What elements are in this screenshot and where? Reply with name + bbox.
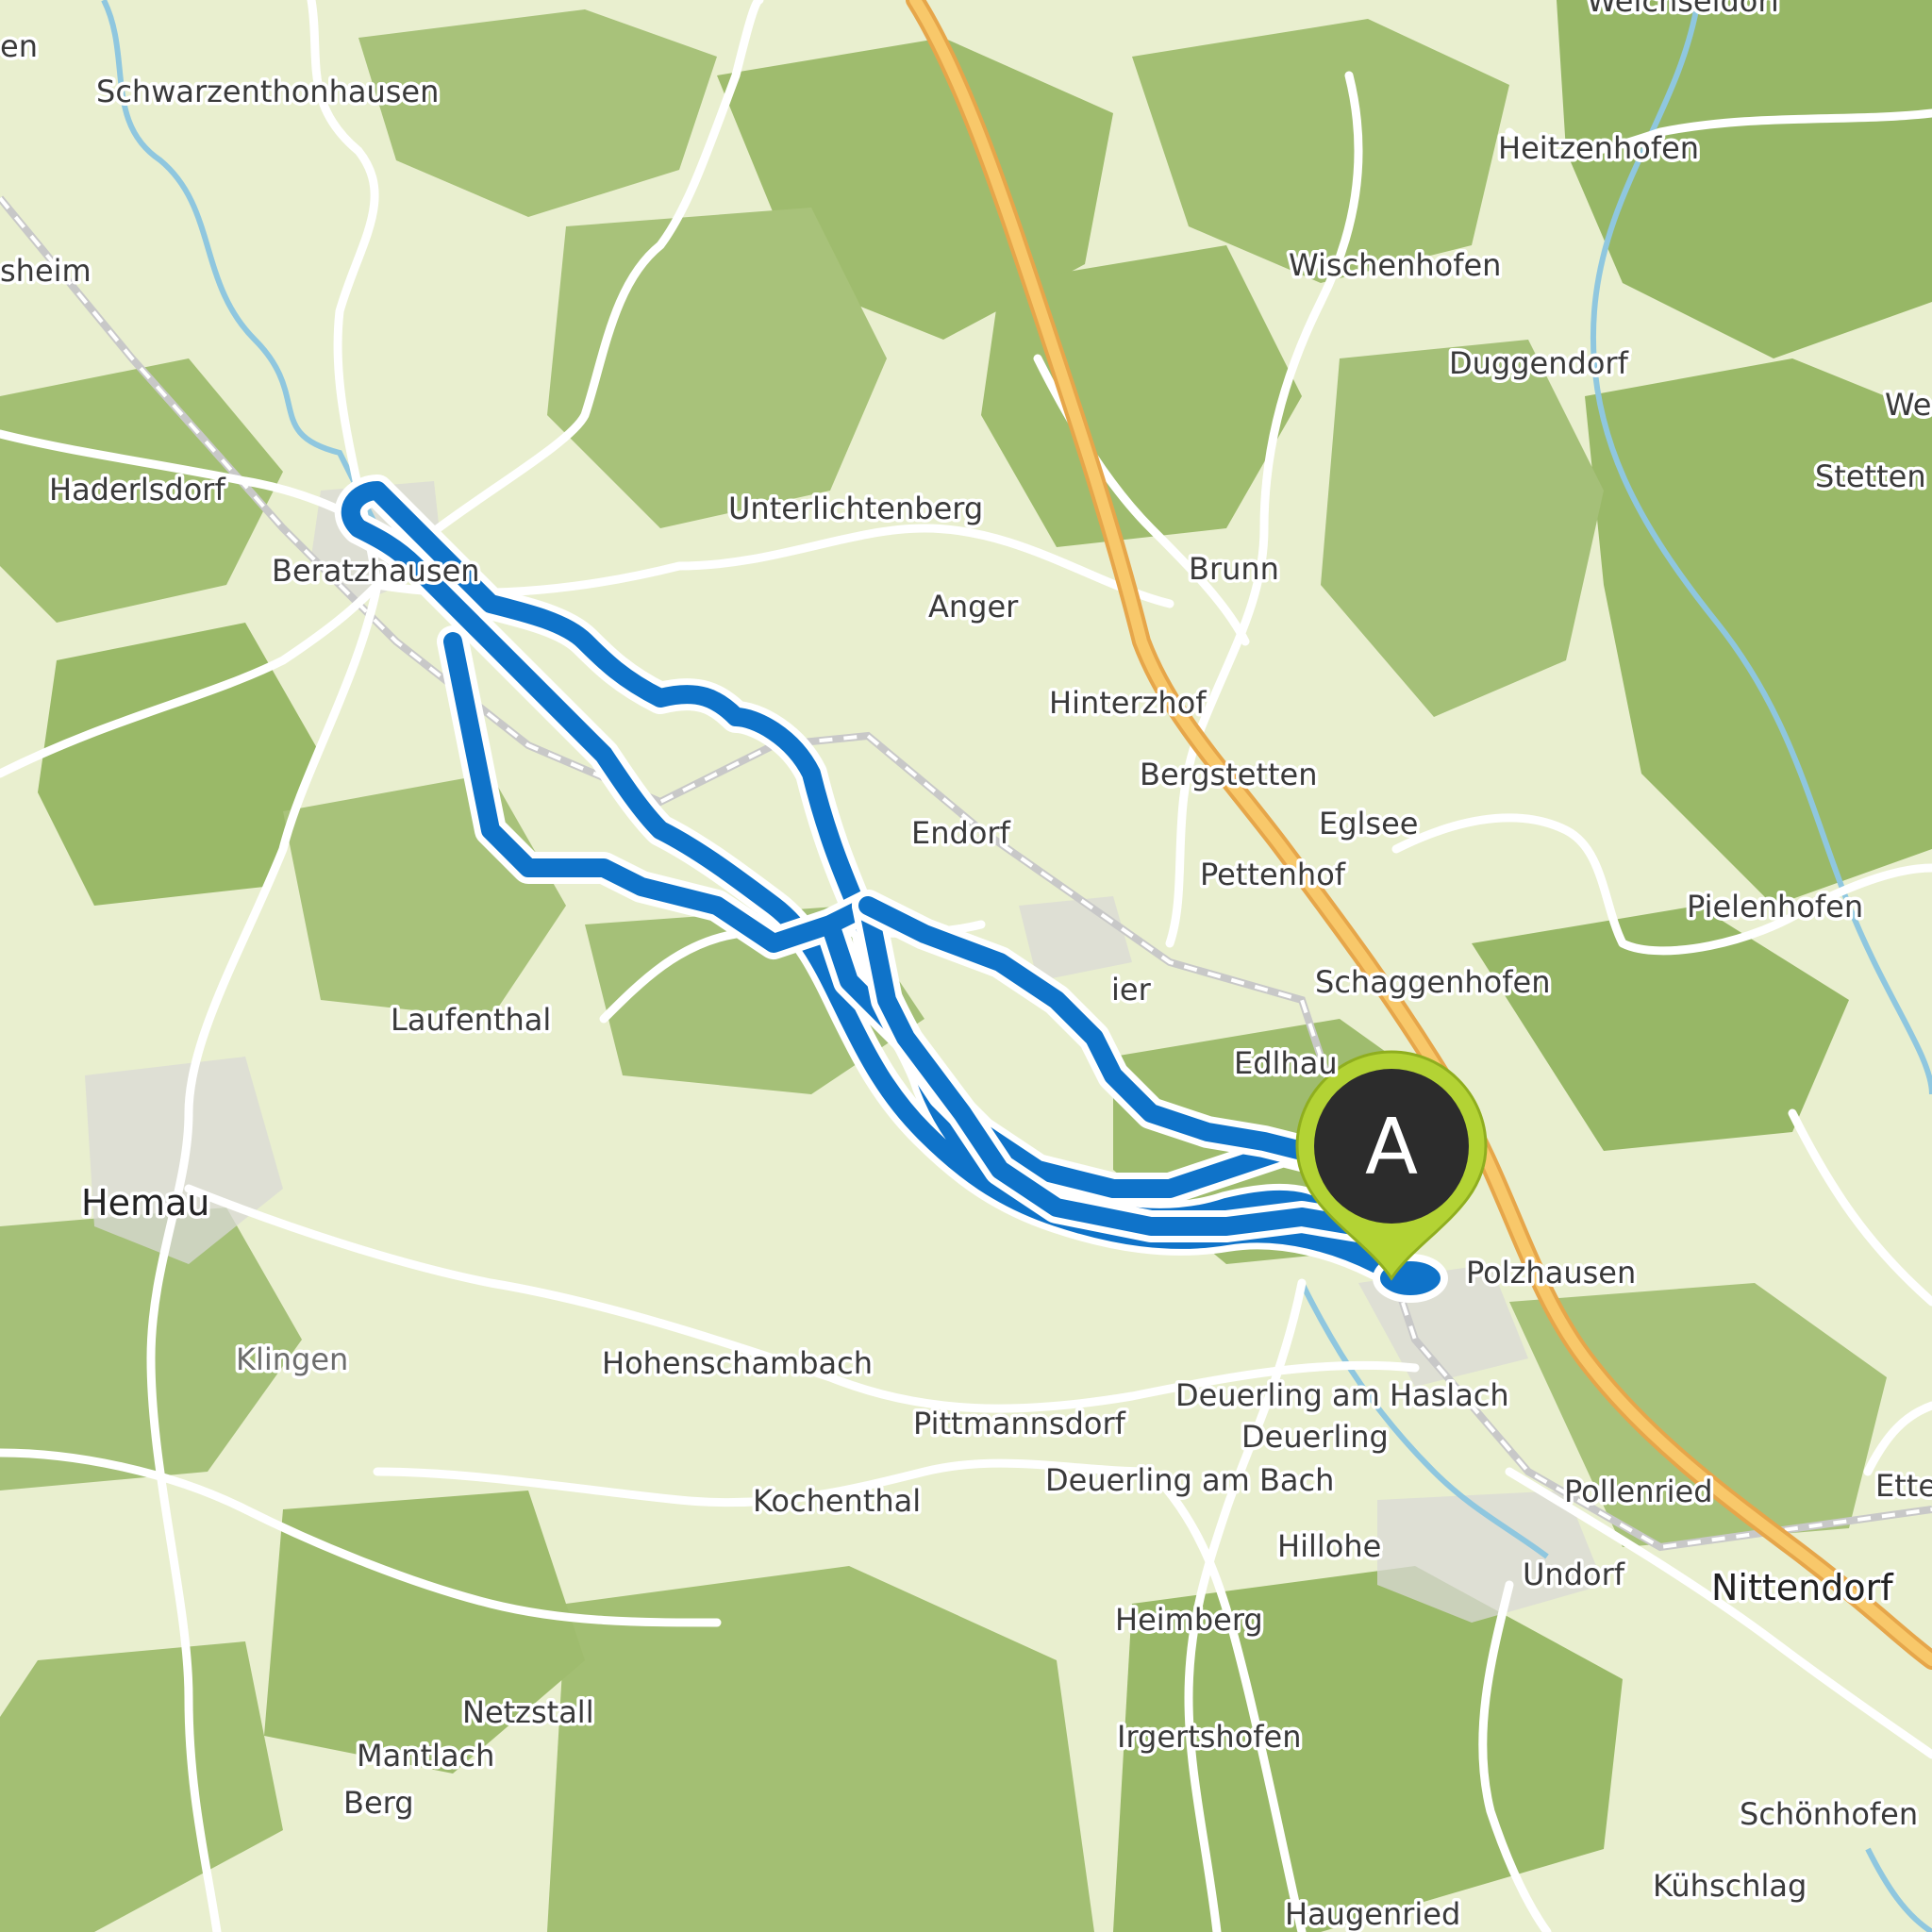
place-label-beratzhausen[interactable]: Beratzhausen [269, 550, 484, 592]
place-label-ier[interactable]: ier [1108, 969, 1156, 1011]
place-label-laufenthal[interactable]: Laufenthal [388, 999, 555, 1041]
place-label-sheim[interactable]: sheim [0, 250, 94, 292]
place-label-pettenhof[interactable]: Pettenhof [1197, 854, 1350, 896]
place-label-brunn[interactable]: Brunn [1186, 548, 1283, 591]
place-label-kochenthal[interactable]: Kochenthal [750, 1480, 924, 1523]
place-label-deuerling[interactable]: Deuerling [1239, 1416, 1392, 1458]
place-label-berg[interactable]: Berg [341, 1782, 418, 1824]
river [1865, 1847, 1932, 1932]
place-label-stetten[interactable]: Stetten [1812, 456, 1930, 498]
place-label-endorf[interactable]: Endorf [908, 812, 1015, 855]
place-label-anger[interactable]: Anger [925, 586, 1023, 628]
place-label-wischenhofen[interactable]: Wischenhofen [1286, 244, 1505, 287]
place-label-heimberg[interactable]: Heimberg [1112, 1599, 1267, 1641]
place-label-edlhau[interactable]: Edlhau [1231, 1042, 1341, 1085]
place-label-polzhausen[interactable]: Polzhausen [1463, 1252, 1640, 1294]
place-label-weichseldorf-partial[interactable]: Weichseldorf [1584, 0, 1786, 23]
place-label-we[interactable]: We [1882, 384, 1932, 426]
place-label-heitzenhofen[interactable]: Heitzenhofen [1495, 127, 1703, 170]
place-label-nittendorf[interactable]: Nittendorf [1708, 1564, 1898, 1612]
map-canvas[interactable]: A Schwarzenthonhausen Heitzenhofen Wisch… [0, 0, 1932, 1932]
place-label-eglsee[interactable]: Eglsee [1316, 803, 1422, 845]
place-label-kuhschlag[interactable]: Kühschlag [1650, 1865, 1810, 1907]
place-label-ette[interactable]: Ette [1873, 1465, 1932, 1507]
place-label-duggendorf[interactable]: Duggendorf [1446, 342, 1633, 385]
forest-patch [0, 1641, 283, 1932]
place-label-haderlsdorf[interactable]: Haderlsdorf [46, 469, 229, 511]
road [1863, 1401, 1932, 1476]
start-marker-label: A [1365, 1103, 1418, 1192]
forest-patch [283, 774, 566, 1019]
place-label-netzstall[interactable]: Netzstall [459, 1691, 598, 1734]
place-label-klingen[interactable]: Klingen [233, 1339, 352, 1381]
map-svg[interactable]: A Schwarzenthonhausen Heitzenhofen Wisch… [0, 0, 1932, 1932]
place-label-unterlichtenberg[interactable]: Unterlichtenberg [725, 488, 987, 530]
place-label-pollenried[interactable]: Pollenried [1561, 1471, 1717, 1513]
place-label-schwarzenthonhausen[interactable]: Schwarzenthonhausen [93, 71, 442, 113]
place-label-schaggenhofen[interactable]: Schaggenhofen [1312, 961, 1554, 1004]
place-label-en[interactable]: en [0, 25, 41, 68]
place-label-haugenried[interactable]: Haugenried [1282, 1893, 1464, 1932]
forest-patch [264, 1491, 585, 1774]
forest-patch [1321, 340, 1604, 717]
place-label-irgertshofen[interactable]: Irgertshofen [1114, 1716, 1306, 1758]
place-label-deuerling-am-haslach[interactable]: Deuerling am Haslach [1173, 1374, 1513, 1417]
place-label-schonhofen[interactable]: Schönhofen [1737, 1793, 1922, 1836]
place-label-mantlach[interactable]: Mantlach [354, 1735, 498, 1777]
place-label-pittmannsdorf[interactable]: Pittmannsdorf [910, 1403, 1130, 1445]
road [1788, 1108, 1932, 1307]
place-label-hillohe[interactable]: Hillohe [1274, 1525, 1385, 1568]
place-label-pielenhofen[interactable]: Pielenhofen [1684, 886, 1867, 928]
place-label-deuerling-am-bach[interactable]: Deuerling am Bach [1042, 1459, 1338, 1502]
place-label-hinterzhof[interactable]: Hinterzhof [1046, 682, 1210, 724]
forest-patch [1585, 358, 1932, 906]
forest-patch [1557, 0, 1932, 358]
place-label-hohenschambach[interactable]: Hohenschambach [599, 1342, 876, 1385]
place-label-undorf[interactable]: Undorf [1520, 1554, 1629, 1596]
forest-patch [358, 9, 717, 217]
place-label-hemau[interactable]: Hemau [78, 1179, 213, 1227]
place-label-bergstetten[interactable]: Bergstetten [1137, 754, 1322, 796]
forest-patch [1132, 19, 1509, 283]
